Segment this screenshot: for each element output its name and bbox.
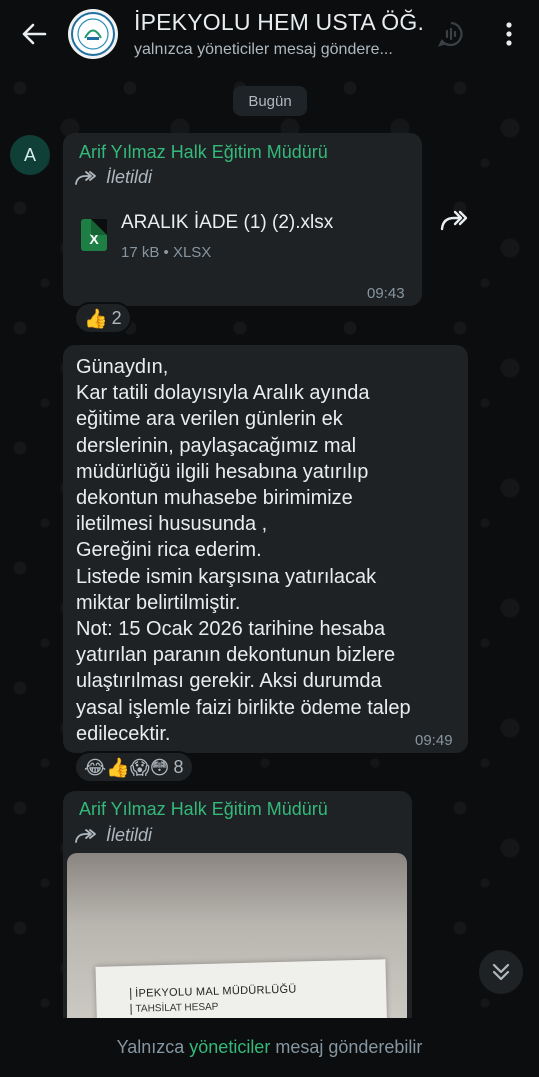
forwarded-label: İletildi	[106, 825, 153, 845]
forward-button[interactable]	[432, 198, 476, 242]
reaction-pill[interactable]: 😂👍😱😳 8	[74, 751, 194, 783]
message-line: derslerinin, paylaşacağımız mal	[76, 434, 357, 457]
photo-attachment[interactable]: İPEKYOLU MAL MÜDÜRLÜĞÜ TAHSİLAT HESAP	[67, 853, 407, 1033]
sender-avatar[interactable]: A	[10, 135, 50, 175]
message-line: edilecektir.	[76, 722, 171, 745]
excel-file-icon-letter: X	[89, 231, 99, 247]
message-text: Günaydın, Kar tatili dolayısıyla Aralık …	[76, 354, 466, 747]
message-line: ulaştırılması gerekir. Aksi durumda	[76, 670, 382, 693]
message-line: Günaydın,	[76, 356, 169, 378]
group-title: İPEKYOLU HEM USTA ÖĞ...	[134, 9, 424, 35]
scroll-to-bottom-button[interactable]	[479, 950, 523, 994]
reaction-count: 8	[173, 756, 184, 777]
back-button[interactable]	[10, 10, 58, 58]
voice-chat-icon	[437, 21, 463, 47]
message-line: Gereğini rica ederim.	[76, 539, 262, 562]
message-line: yasal işlemle faizi birlikte ödeme talep	[76, 696, 411, 719]
message-line: Listede ismin karşısına yatırılacak	[76, 565, 377, 588]
admins-link[interactable]: yöneticiler	[189, 1037, 270, 1058]
header-info[interactable]: İPEKYOLU HEM USTA ÖĞ... yalnızca yönetic…	[134, 9, 424, 59]
message-line: dekontun muhasebe birimimize	[76, 487, 353, 510]
group-subtitle: yalnızca yöneticiler mesaj göndere...	[134, 41, 393, 58]
reaction-emojis: 😂👍😱😳	[84, 756, 170, 779]
footer-text-after: mesaj gönderebilir	[275, 1037, 423, 1057]
message-line: eğitime ara verilen günlerin ek	[76, 408, 343, 431]
message-time: 09:49	[415, 732, 453, 749]
message-time: 09:43	[367, 285, 405, 302]
forwarded-indicator: İletildi	[74, 825, 152, 846]
footer-text-before: Yalnızca	[116, 1037, 185, 1057]
admin-only-footer: Yalnızca yöneticiler mesaj gönderebilir	[0, 1018, 539, 1077]
photo-text: TAHSİLAT HESAP	[130, 1001, 219, 1015]
forwarded-icon	[75, 170, 96, 185]
excel-file-icon: X	[81, 219, 107, 251]
more-vertical-icon	[506, 22, 512, 46]
school-logo-icon	[71, 12, 115, 56]
double-chevron-down-icon	[492, 963, 510, 981]
forwarded-label: İletildi	[106, 167, 153, 187]
voice-chat-button[interactable]	[431, 14, 471, 54]
message-line: Not: 15 Ocak 2026 tarihine hesaba	[76, 618, 386, 641]
message-line: yatırılan paranın dekontunun bizlere	[76, 644, 396, 667]
reaction-count: 2	[111, 307, 122, 328]
date-chip: Bugün	[233, 86, 307, 116]
forwarded-indicator: İletildi	[74, 167, 152, 188]
chat-header: İPEKYOLU HEM USTA ÖĞ... yalnızca yönetic…	[0, 0, 539, 68]
forwarded-icon	[75, 828, 96, 843]
message-line: müdürlüğü ilgili hesabına yatırılıp	[76, 460, 369, 483]
message-line: Kar tatili dolayısıyla Aralık ayında	[76, 382, 370, 405]
arrow-left-icon	[22, 23, 47, 45]
forward-icon	[440, 210, 468, 231]
sender-name[interactable]: Arif Yılmaz Halk Eğitim Müdürü	[79, 799, 328, 820]
file-meta: 17 kB • XLSX	[121, 244, 212, 261]
reaction-pill[interactable]: 👍 2	[74, 302, 132, 334]
sender-name[interactable]: Arif Yılmaz Halk Eğitim Müdürü	[79, 142, 328, 163]
photo-text: İPEKYOLU MAL MÜDÜRLÜĞÜ	[130, 983, 297, 1000]
file-name[interactable]: ARALIK İADE (1) (2).xlsx	[121, 212, 333, 234]
thumbs-up-emoji: 👍	[84, 307, 108, 330]
message-line: miktar belirtilmiştir.	[76, 591, 241, 614]
group-avatar[interactable]	[68, 9, 118, 59]
message-line: iletilmesi hususunda ,	[76, 513, 268, 536]
menu-button[interactable]	[489, 14, 529, 54]
